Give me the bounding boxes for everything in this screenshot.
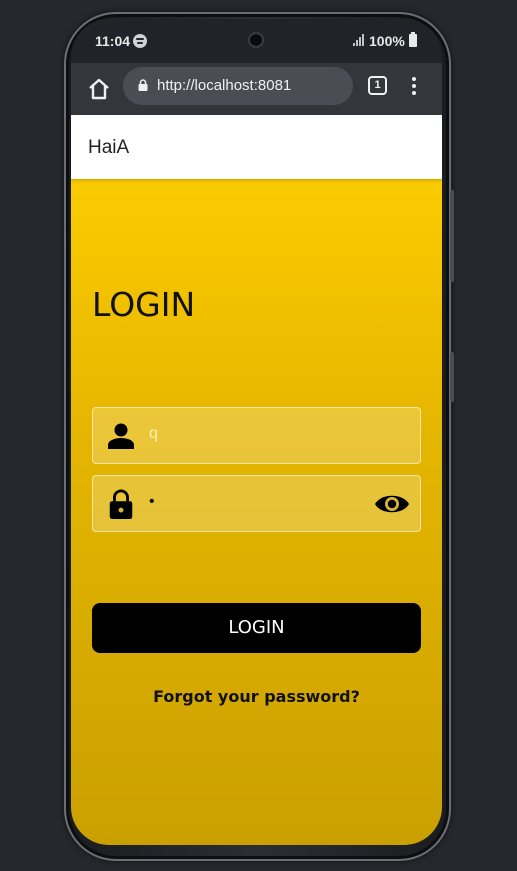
- front-camera: [248, 32, 264, 48]
- app-header: HaiA: [71, 115, 442, 179]
- forgot-password-link[interactable]: Forgot your password?: [71, 687, 442, 706]
- login-title: LOGIN: [92, 285, 196, 324]
- username-input[interactable]: [149, 425, 349, 443]
- volume-button: [450, 190, 454, 282]
- battery-percent: 100%: [369, 33, 405, 49]
- padlock-icon: [109, 489, 133, 519]
- browser-toolbar: http://localhost:8081 1: [71, 63, 442, 115]
- address-bar[interactable]: http://localhost:8081: [123, 67, 353, 105]
- user-icon: [108, 423, 134, 449]
- password-field[interactable]: •: [92, 475, 421, 532]
- more-menu-icon[interactable]: [411, 75, 417, 97]
- status-bar: 11:04 100%: [71, 19, 442, 63]
- eye-icon[interactable]: [374, 490, 410, 518]
- login-button[interactable]: LOGIN: [92, 603, 421, 653]
- tabs-icon[interactable]: 1: [368, 76, 387, 95]
- lock-icon: [138, 79, 148, 91]
- url-text: http://localhost:8081: [157, 77, 292, 94]
- power-button: [450, 352, 454, 402]
- home-icon[interactable]: [87, 77, 111, 101]
- status-time: 11:04: [95, 33, 131, 49]
- battery-icon: [409, 32, 417, 47]
- app-brand: HaiA: [88, 137, 130, 158]
- login-panel: LOGIN • LOGIN Forgot your password?: [71, 179, 442, 845]
- phone-screen: 11:04 100% http://localhost:8081 1 HaiA …: [71, 19, 442, 845]
- signal-icon: [353, 34, 367, 46]
- password-input[interactable]: •: [149, 493, 349, 511]
- username-field[interactable]: [92, 407, 421, 464]
- spotify-icon: [133, 34, 147, 48]
